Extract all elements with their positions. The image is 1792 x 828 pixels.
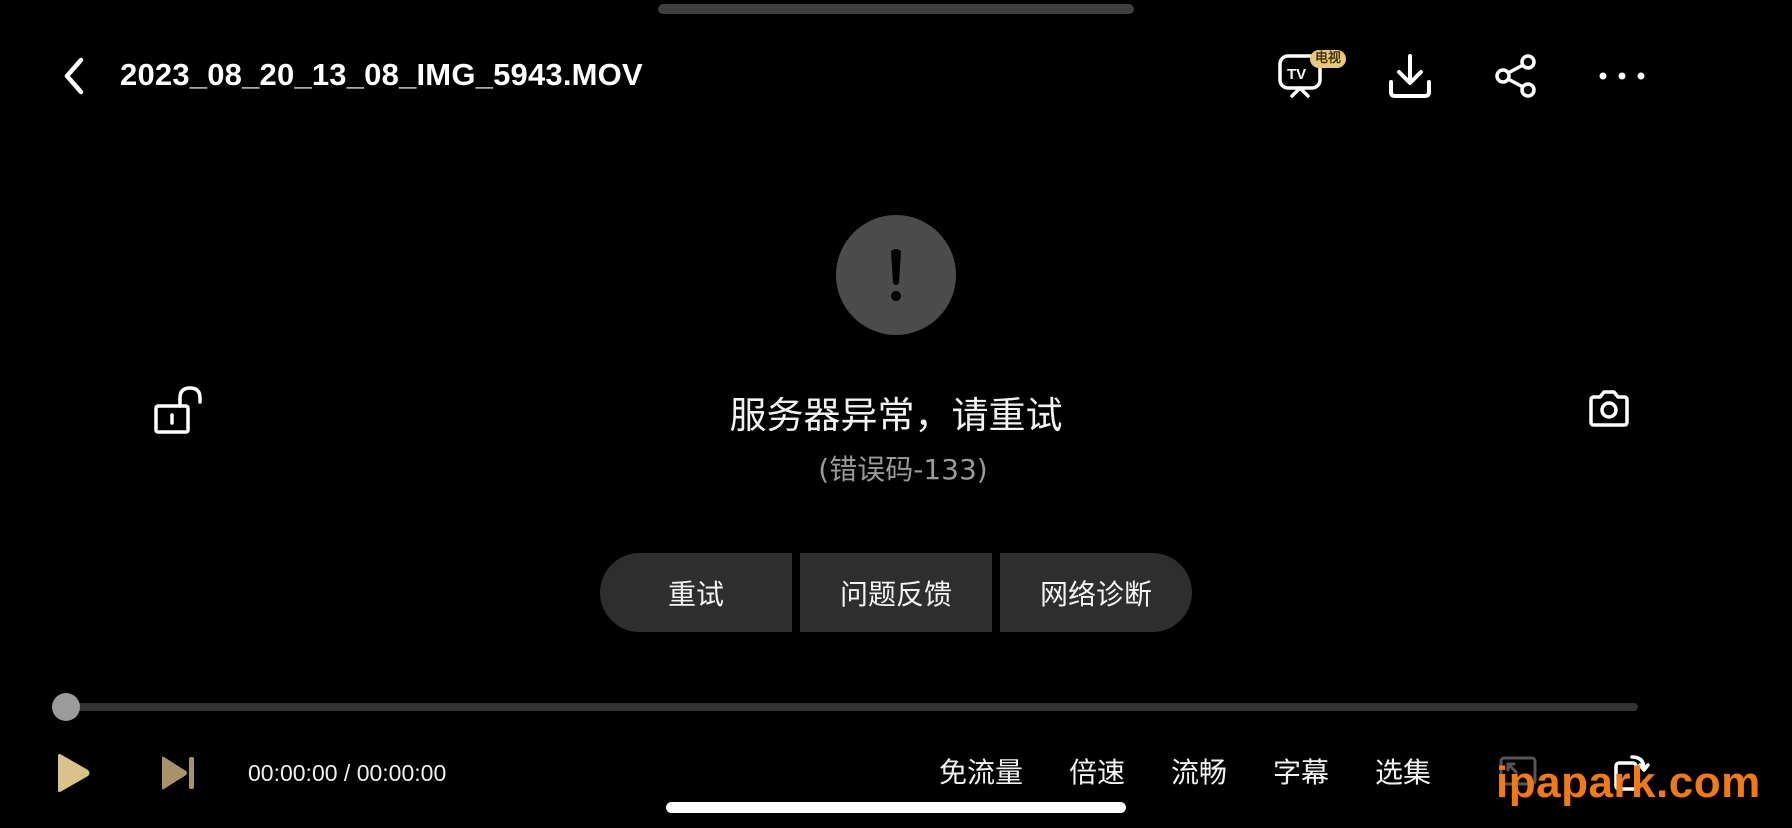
back-button[interactable]: [54, 54, 94, 98]
speed-button[interactable]: 倍速: [1069, 754, 1125, 792]
error-badge: [836, 215, 956, 335]
next-button[interactable]: [158, 755, 198, 791]
download-icon: [1389, 54, 1431, 98]
watermark: ipapark.com: [1496, 758, 1761, 807]
svg-text:TV: TV: [1287, 66, 1306, 83]
top-grabber: [658, 4, 1134, 14]
feedback-button[interactable]: 问题反馈: [800, 553, 992, 632]
quality-button[interactable]: 流畅: [1171, 754, 1227, 792]
video-title: 2023_08_20_13_08_IMG_5943.MOV: [120, 57, 643, 92]
screen-lock-button[interactable]: [150, 382, 206, 438]
next-icon: [162, 756, 194, 790]
playback-time: 00:00:00 / 00:00:00: [248, 760, 447, 786]
screenshot-button[interactable]: [1586, 388, 1642, 438]
progress-bar[interactable]: [62, 703, 1638, 711]
subtitle-button[interactable]: 字幕: [1273, 754, 1329, 792]
share-button[interactable]: [1488, 48, 1544, 104]
tv-cast-button[interactable]: TV 电视: [1274, 48, 1347, 104]
back-icon: [64, 57, 84, 95]
share-icon: [1495, 54, 1536, 98]
play-icon: [58, 754, 90, 792]
home-indicator: [666, 802, 1126, 813]
tv-badge: 电视: [1310, 50, 1347, 68]
episode-button[interactable]: 选集: [1375, 754, 1431, 792]
error-actions: 重试 问题反馈 网络诊断: [600, 553, 1192, 632]
free-data-button[interactable]: 免流量: [939, 754, 1023, 792]
network-diagnose-button[interactable]: 网络诊断: [1000, 553, 1192, 632]
download-button[interactable]: [1382, 48, 1438, 104]
camera-icon: [1589, 390, 1629, 427]
error-message: 服务器异常，请重试: [729, 394, 1063, 437]
more-button[interactable]: [1594, 48, 1650, 104]
unlock-icon: [154, 386, 202, 434]
more-icon: [1599, 72, 1645, 80]
play-button[interactable]: [52, 752, 92, 794]
progress-thumb[interactable]: [52, 693, 80, 721]
exclamation-icon: [891, 249, 901, 301]
error-code: (错误码-133): [818, 453, 988, 486]
retry-button[interactable]: 重试: [600, 553, 792, 632]
